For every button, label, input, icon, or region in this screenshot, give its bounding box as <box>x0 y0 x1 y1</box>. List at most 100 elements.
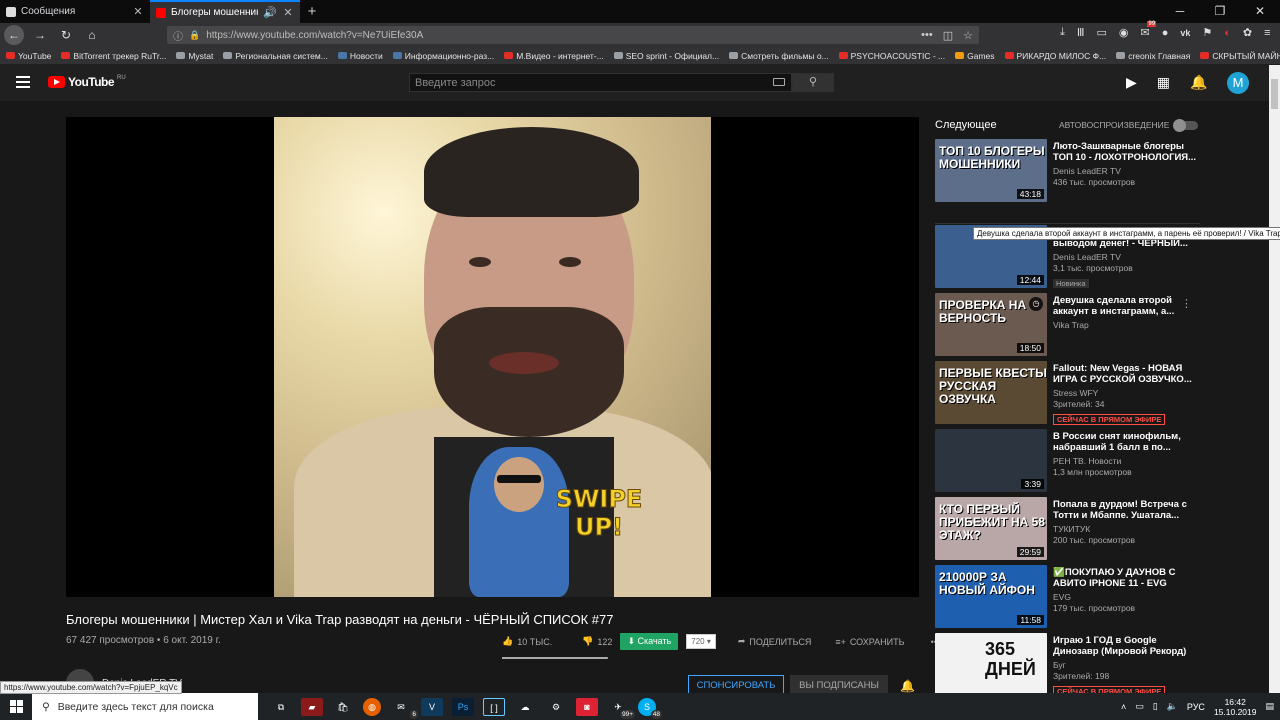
battery-icon[interactable]: ▭ <box>1135 701 1144 712</box>
like-button[interactable]: 👍 10 ТЫС. <box>502 636 552 647</box>
photoshop-icon[interactable]: Ps <box>452 697 474 716</box>
tab-messages[interactable]: Сообщения ✕ <box>0 0 150 23</box>
recommendation-item[interactable]: ТОП 10 БЛОГЕРЫ МОШЕННИКИ 43:18 Люто-Зашква… <box>935 139 1200 224</box>
downloads-icon[interactable]: ⤓ <box>1060 26 1065 39</box>
notifications-bell-icon[interactable]: 🔔 <box>1190 74 1207 91</box>
firefox-icon[interactable]: ◍ <box>363 697 381 716</box>
account-icon[interactable]: ◉ <box>1119 26 1129 39</box>
channel-bell-icon[interactable]: 🔔 <box>900 679 915 693</box>
app-bracket-icon[interactable]: [ ] <box>483 697 505 716</box>
bookmark-item[interactable]: SEO sprint - Официал... <box>613 51 719 61</box>
bookmark-item[interactable]: Games <box>955 51 995 61</box>
page-scrollbar[interactable] <box>1269 65 1280 693</box>
recommendation-thumbnail[interactable]: КТО ПЕРВЫЙ ПРИБЕЖИТ НА 58 ЭТАЖ? 29:59 <box>935 497 1047 560</box>
extension-dark-icon[interactable]: ● <box>1162 27 1169 39</box>
bookmark-item[interactable]: BitTorrent трекер RuTr... <box>61 51 166 61</box>
bookmark-item[interactable]: М.Видео - интернет-... <box>504 51 604 61</box>
minimize-icon[interactable]: ─ <box>1160 0 1200 23</box>
telegram-icon[interactable]: ✈ 99+ <box>607 698 635 719</box>
bookmark-item[interactable]: Новости <box>337 51 383 61</box>
watch-later-icon[interactable]: ◷ <box>1029 297 1043 311</box>
tab-youtube[interactable]: Блогеры мошенники | Ми 🔊 ✕ <box>150 0 300 23</box>
bookmark-item[interactable]: Региональная систем... <box>223 51 328 61</box>
back-button[interactable]: ← <box>4 25 24 45</box>
scrollbar-thumb[interactable] <box>1271 79 1278 109</box>
clock[interactable]: 16:42 15.10.2019 <box>1214 697 1257 717</box>
create-video-icon[interactable]: ▶︎ <box>1126 74 1137 91</box>
sidebar-icon[interactable]: ▭ <box>1096 26 1106 39</box>
avatar[interactable]: M <box>1227 72 1249 94</box>
recommendation-channel[interactable]: Stress WFY <box>1053 388 1200 398</box>
maximize-icon[interactable]: ❐ <box>1200 0 1240 23</box>
bookmark-item[interactable]: PSYCHOACOUSTIC - ... <box>838 51 945 61</box>
quality-select[interactable]: 720 ▾ <box>686 634 716 649</box>
recommendation-item[interactable]: КТО ПЕРВЫЙ ПРИБЕЖИТ НА 58 ЭТАЖ? 29:59 Попа… <box>935 497 1200 565</box>
task-view-icon[interactable]: ⧉ <box>270 698 292 716</box>
download-button[interactable]: ⬇ Скачать <box>620 633 679 650</box>
menu-icon[interactable]: ≡ <box>1264 27 1270 39</box>
bookmark-item[interactable]: РИКАРДО МИЛОС Ф... <box>1004 51 1106 61</box>
bookmark-item[interactable]: creonix Главная <box>1116 51 1190 61</box>
autoplay-switch[interactable] <box>1173 118 1199 132</box>
vk-icon[interactable]: vk <box>1180 28 1190 38</box>
video-player[interactable]: SWIPE UP! <box>66 117 919 597</box>
page-actions-icon[interactable]: ••• <box>921 29 933 42</box>
share-button[interactable]: ➦ ПОДЕЛИТЬСЯ <box>738 636 812 647</box>
save-button[interactable]: ≡+ СОХРАНИТЬ <box>835 637 904 647</box>
search-input[interactable]: Введите запрос <box>409 73 792 92</box>
more-options-icon[interactable]: ⋮ <box>1181 297 1192 310</box>
bookmark-item[interactable]: YouTube <box>6 51 51 61</box>
recommendation-thumbnail[interactable]: ПРОВЕРКА НА ВЕРНОСТЬ 18:50 ◷ <box>935 293 1047 356</box>
recommendation-item[interactable]: 365 ДНЕЙ Играю 1 ГОД в Google Динозавр (М… <box>935 633 1200 701</box>
extension-red-icon[interactable]: ◐ <box>1224 27 1231 39</box>
youtube-logo[interactable]: YouTube RU <box>48 75 126 89</box>
recommendation-thumbnail[interactable]: ТОП 10 БЛОГЕРЫ МОШЕННИКИ 43:18 <box>935 139 1047 202</box>
steam-icon[interactable]: ⚙ <box>545 698 567 716</box>
recommendation-channel[interactable]: Vika Trap <box>1053 320 1200 330</box>
app-cloud-icon[interactable]: ☁ <box>514 698 536 716</box>
search-button[interactable]: ⚲ <box>792 73 834 92</box>
recommendation-item[interactable]: ПЕРВЫЕ КВЕСТЫ РУССКАЯ ОЗВУЧКА Fallout: Ne… <box>935 361 1200 429</box>
recommendation-channel[interactable]: Denis LeadER TV <box>1053 166 1200 176</box>
bookmark-item[interactable]: Mystat <box>176 51 213 61</box>
mail-icon[interactable]: ✉ 6 <box>390 698 418 719</box>
hamburger-menu-icon[interactable] <box>16 76 30 88</box>
recommendation-thumbnail[interactable]: 3:39 <box>935 429 1047 492</box>
forward-button[interactable]: → <box>30 25 50 45</box>
reload-button[interactable]: ↻ <box>56 25 76 45</box>
volume-icon[interactable]: 🔈 <box>1167 701 1178 712</box>
store-icon[interactable]: 🛍 <box>332 698 354 716</box>
home-button[interactable]: ⌂ <box>82 25 102 45</box>
close-tab-icon[interactable]: ✕ <box>282 6 294 19</box>
speaker-icon[interactable]: 🔊 <box>263 6 277 19</box>
start-button[interactable] <box>0 693 32 720</box>
close-window-icon[interactable]: ✕ <box>1240 0 1280 23</box>
tray-up-icon[interactable]: ˄ <box>1121 702 1126 712</box>
app-media-icon[interactable]: ◙ <box>576 697 598 716</box>
bookmark-item[interactable]: Информационно-раз... <box>392 51 494 61</box>
language-indicator[interactable]: РУС <box>1187 702 1205 712</box>
info-icon[interactable]: ⓘ <box>173 28 183 43</box>
recommendation-channel[interactable]: EVG <box>1053 592 1200 602</box>
close-tab-icon[interactable]: ✕ <box>132 5 144 18</box>
bookmark-star-icon[interactable]: ☆ <box>963 29 973 42</box>
recommendation-thumbnail[interactable]: 365 ДНЕЙ <box>935 633 1047 696</box>
recommendation-channel[interactable]: Буг <box>1053 660 1200 670</box>
bookmark-item[interactable]: Смотреть фильмы о... <box>729 51 829 61</box>
recommendation-channel[interactable]: РЕН ТВ. Новости <box>1053 456 1200 466</box>
skype-icon[interactable]: S 48 <box>638 697 662 719</box>
network-icon[interactable]: ▯ <box>1153 701 1158 712</box>
translate-icon[interactable]: ⚑ <box>1202 26 1212 39</box>
autoplay-toggle[interactable]: АВТОВОСПРОИЗВЕДЕНИЕ <box>1059 118 1199 132</box>
app-v-icon[interactable]: V <box>421 697 443 716</box>
recommendation-channel[interactable]: Denis LeadER TV <box>1053 252 1200 262</box>
new-tab-button[interactable]: + <box>300 0 324 23</box>
action-center-icon[interactable]: ▤ <box>1265 701 1274 712</box>
recommendation-thumbnail[interactable]: ПЕРВЫЕ КВЕСТЫ РУССКАЯ ОЗВУЧКА <box>935 361 1047 424</box>
apps-grid-icon[interactable]: ▦ <box>1157 74 1170 91</box>
pocket-icon[interactable]: ◫ <box>943 29 953 42</box>
recommendation-thumbnail[interactable]: 210000Р ЗА НОВЫЙ АЙФОН 11:58 <box>935 565 1047 628</box>
library-icon[interactable]: Ⅲ <box>1077 26 1085 39</box>
notification-extension-icon[interactable]: ✉ 99 <box>1140 21 1157 39</box>
taskbar-search[interactable]: ⚲ Введите здесь текст для поиска <box>32 693 258 720</box>
